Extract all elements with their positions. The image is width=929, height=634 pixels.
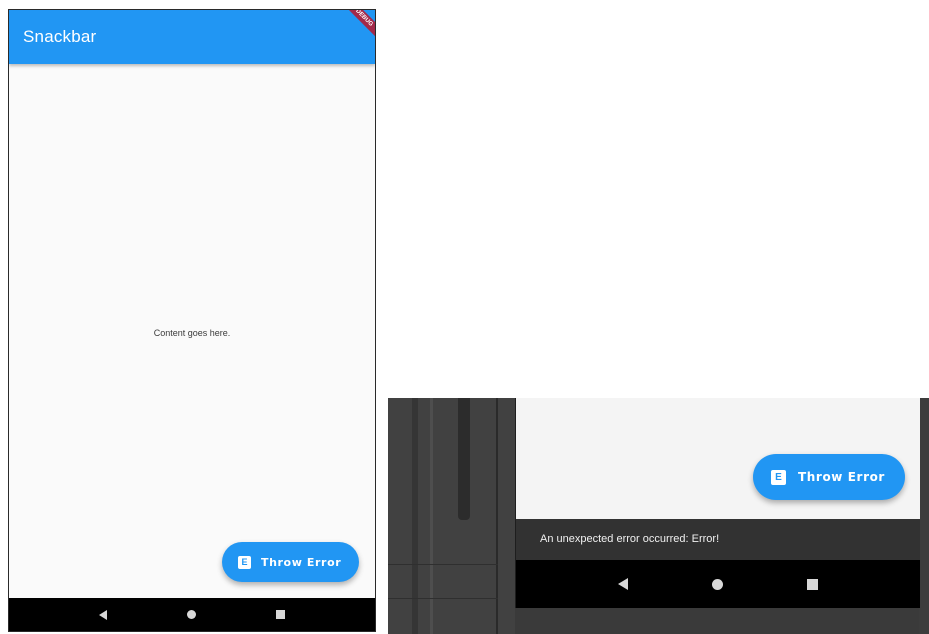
error-icon: E <box>238 555 251 569</box>
throw-error-label: Throw Error <box>261 555 342 569</box>
recents-icon[interactable] <box>276 610 285 619</box>
content-area: Content goes here. <box>9 64 375 598</box>
back-icon[interactable] <box>99 609 107 620</box>
recents-icon[interactable] <box>807 578 818 590</box>
app-bar: Snackbar DEBUG <box>9 10 375 64</box>
throw-error-button[interactable]: E Throw Error <box>753 454 905 500</box>
throw-error-button[interactable]: E Throw Error <box>222 542 359 582</box>
error-icon: E <box>771 469 786 485</box>
snackbar-message: An unexpected error occurred: Error! <box>540 533 720 545</box>
debug-banner: DEBUG <box>342 10 375 40</box>
system-navigation-bar <box>516 560 920 608</box>
throw-error-label: Throw Error <box>798 470 885 484</box>
phone-screen-snackbar: E Throw Error An unexpected error occurr… <box>388 398 929 634</box>
system-navigation-bar <box>9 598 375 631</box>
home-icon[interactable] <box>712 578 723 590</box>
home-icon[interactable] <box>187 610 196 619</box>
ide-background-bottom <box>515 608 919 634</box>
emulator-screen: E Throw Error An unexpected error occurr… <box>515 398 920 608</box>
content-text: Content goes here. <box>153 328 231 338</box>
ide-scrollbar <box>458 398 470 520</box>
app-bar-title: Snackbar <box>23 27 97 46</box>
back-icon[interactable] <box>618 578 628 590</box>
ide-background <box>388 398 516 634</box>
phone-screen-initial: Snackbar DEBUG Content goes here. E Thro… <box>8 9 376 632</box>
snackbar: An unexpected error occurred: Error! <box>516 519 920 560</box>
